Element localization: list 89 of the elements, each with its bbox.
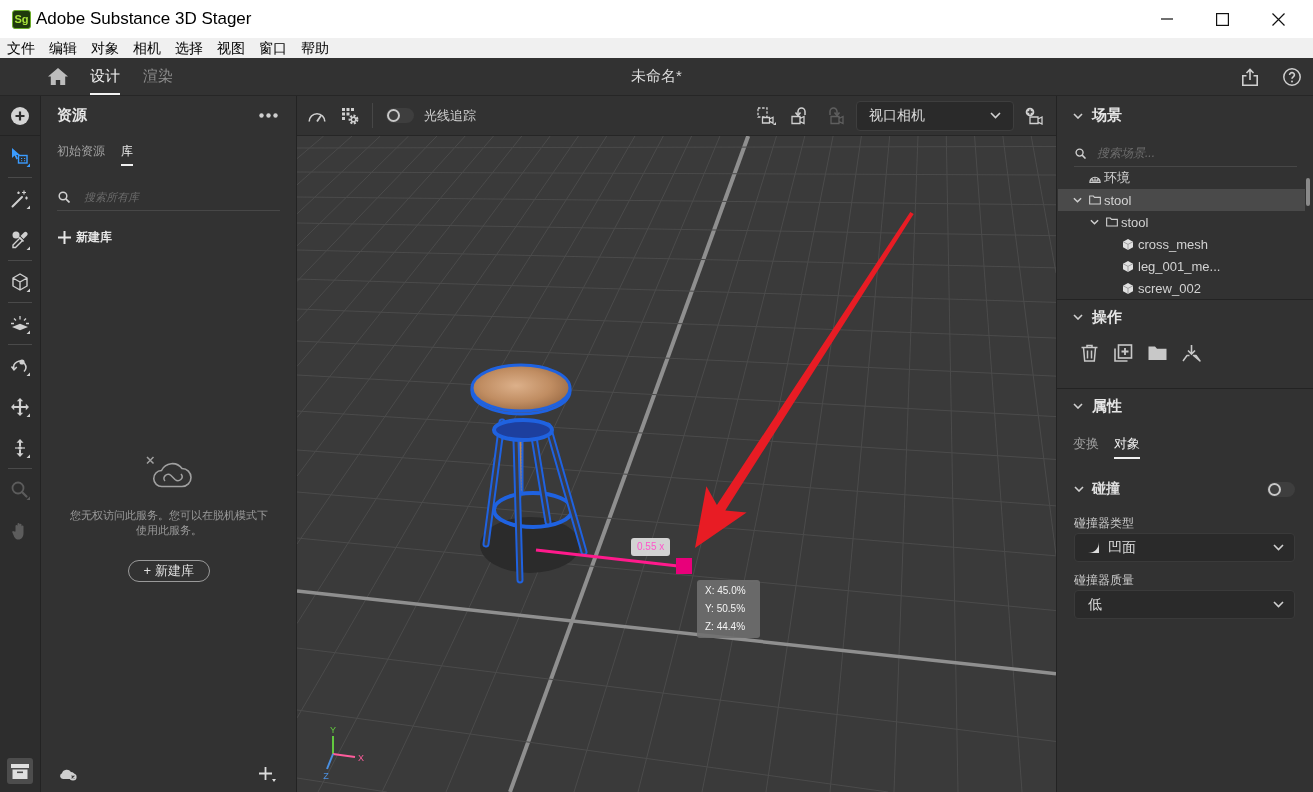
window-title: Adobe Substance 3D Stager [36, 9, 252, 29]
move-icon[interactable] [10, 396, 30, 417]
tree-item[interactable]: stool [1058, 189, 1305, 211]
toggle-label: 光线追踪 [424, 106, 476, 125]
coordinate-text: Z: 44.4% [705, 620, 747, 634]
dropdown-field[interactable]: 凹面 [1074, 533, 1295, 562]
section-title: 属性 [1092, 396, 1122, 416]
tree-item[interactable]: stool [1058, 211, 1305, 233]
chevron-icon[interactable] [1074, 486, 1084, 492]
panel-tab[interactable]: 库 [121, 142, 133, 166]
coordinate-text: X: 45.0% [705, 584, 747, 598]
new-library-button[interactable]: 新建库 [58, 229, 112, 245]
app-logo: Sg [12, 9, 31, 29]
axis-label: Y [330, 725, 336, 735]
duplicate-icon[interactable] [1114, 344, 1133, 362]
menu-item[interactable]: 视图 [210, 38, 252, 58]
chevron-icon[interactable] [1073, 197, 1082, 203]
dropdown-field[interactable]: 低 [1074, 590, 1295, 619]
help-icon[interactable] [1283, 67, 1301, 86]
folder-icon [1089, 195, 1101, 205]
more-icon[interactable] [259, 113, 278, 118]
eyedropper-icon[interactable] [10, 229, 30, 250]
camera-dropdown[interactable]: 视口相机 [856, 100, 1014, 131]
panel-tab[interactable]: 初始资源 [57, 142, 105, 166]
folder-icon [1106, 217, 1118, 227]
add-icon[interactable] [11, 106, 29, 125]
share-icon[interactable] [1241, 67, 1259, 86]
chevron-down-icon [990, 112, 1001, 119]
tree-item[interactable]: cross_mesh [1058, 233, 1305, 255]
cube-icon [1123, 260, 1133, 272]
scale-gizmo[interactable] [535, 548, 692, 574]
plus-icon [58, 230, 71, 244]
scrollbar-thumb[interactable] [1306, 178, 1310, 206]
coordinate-text: Y: 50.5% [705, 602, 747, 616]
section-title: 场景 [1092, 106, 1122, 125]
cloud-off-icon [145, 456, 192, 488]
tree-item[interactable]: 环境 [1058, 167, 1305, 189]
scale-value-label: 0.55 x [631, 538, 671, 556]
search-icon [58, 191, 70, 203]
subsection-title: 碰撞 [1092, 480, 1120, 498]
close-icon[interactable] [1272, 12, 1285, 26]
cube-icon[interactable] [10, 271, 30, 292]
menu-item[interactable]: 帮助 [294, 38, 336, 58]
trash-icon[interactable] [1080, 344, 1099, 362]
concave-shape-icon [1088, 542, 1099, 553]
axis-label: Z [323, 771, 329, 781]
maximize-icon[interactable] [1216, 12, 1229, 26]
field-label: 碰撞器质量 [1074, 573, 1135, 587]
cube-icon [1123, 282, 1133, 294]
archive-icon[interactable] [7, 758, 33, 784]
menu-item[interactable]: 相机 [126, 38, 168, 58]
home-icon[interactable] [48, 68, 68, 85]
light-icon[interactable] [10, 313, 30, 334]
cloud-error-icon[interactable] [58, 767, 77, 781]
chevron-icon[interactable] [1073, 314, 1083, 320]
add-menu-icon[interactable] [259, 766, 276, 782]
panel-tab[interactable]: 变换 [1073, 435, 1099, 459]
section-title: 操作 [1092, 307, 1122, 327]
camera-frame-icon[interactable] [757, 106, 776, 125]
panel-title: 资源 [57, 106, 87, 125]
mode-tab[interactable]: 渲染 [143, 58, 173, 95]
magic-wand-icon[interactable] [10, 188, 30, 209]
chevron-icon[interactable] [1073, 403, 1083, 409]
menu-item[interactable]: 窗口 [252, 38, 294, 58]
axis-gizmo [326, 735, 356, 770]
grid-gear-icon[interactable] [341, 106, 359, 125]
tree-item[interactable]: leg_001_me... [1058, 255, 1305, 277]
panel-tab[interactable]: 对象 [1114, 435, 1140, 459]
ray-tracing-toggle[interactable] [386, 108, 414, 123]
menu-item[interactable]: 编辑 [42, 38, 84, 58]
tree-item[interactable]: screw_002 [1058, 277, 1305, 299]
menu-item[interactable]: 对象 [84, 38, 126, 58]
menu-item[interactable]: 选择 [168, 38, 210, 58]
chevron-icon[interactable] [1073, 112, 1083, 119]
folder-icon[interactable] [1148, 344, 1167, 362]
camera-add-icon[interactable] [1025, 106, 1044, 125]
search-icon [1075, 147, 1086, 159]
axis-label: X [358, 753, 364, 763]
select-tool-icon[interactable] [10, 146, 30, 167]
menu-item[interactable]: 文件 [0, 38, 42, 58]
chevron-down-icon [1273, 601, 1284, 608]
cube-icon [1123, 238, 1133, 250]
chevron-down-icon [1273, 544, 1284, 551]
empty-state-message: 您无权访问此服务。您可以在脱机模式下使用此服务。 [68, 508, 269, 538]
document-title: 未命名* [631, 67, 682, 86]
collision-toggle[interactable] [1267, 481, 1295, 497]
chevron-icon[interactable] [1090, 219, 1099, 225]
arrow-down-plane-icon[interactable] [1182, 344, 1201, 362]
field-label: 碰撞器类型 [1074, 516, 1135, 530]
